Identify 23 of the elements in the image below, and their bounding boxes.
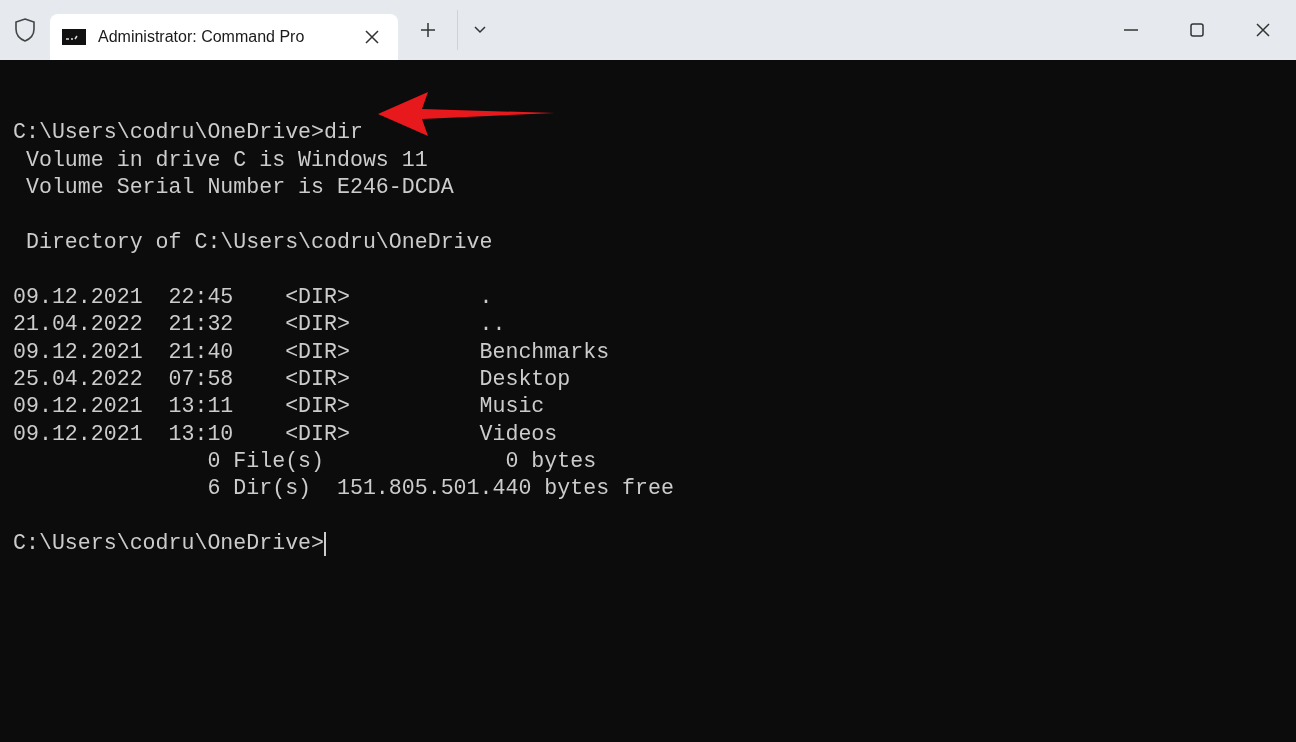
terminal-line: 09.12.2021 13:10 <DIR> Videos (13, 420, 558, 448)
terminal-line: 21.04.2022 21:32 <DIR> .. (13, 311, 506, 339)
terminal-line: 6 Dir(s) 151.805.501.440 bytes free (206, 475, 674, 503)
chevron-down-icon (474, 26, 486, 34)
terminal-line: Volume in drive C is Windows 11 (24, 146, 428, 174)
terminal-line: Volume Serial Number is E246-DCDA (24, 174, 454, 202)
plus-icon (420, 23, 435, 37)
shield-icon (14, 17, 36, 43)
maximize-icon (1190, 23, 1204, 37)
terminal-line: C:\Users\codru\OneDrive>dir (13, 119, 363, 147)
close-icon (365, 30, 379, 44)
terminal-line: 0 File(s) 0 bytes (206, 448, 597, 476)
terminal-line: Directory of C:\Users\codru\OneDrive (24, 228, 493, 256)
terminal-line: 09.12.2021 22:45 <DIR> . (13, 283, 493, 311)
terminal-line: C:\Users\codru\OneDrive> (13, 530, 324, 558)
close-icon (1256, 23, 1270, 37)
minimize-icon (1124, 29, 1138, 31)
terminal-tab[interactable]: Administrator: Command Pro (50, 14, 398, 60)
terminal-line: 09.12.2021 21:40 <DIR> Benchmarks (13, 338, 610, 366)
terminal-line: 25.04.2022 07:58 <DIR> Desktop (13, 365, 571, 393)
tab-title: Administrator: Command Pro (98, 27, 305, 47)
terminal-line: 09.12.2021 13:11 <DIR> Music (13, 393, 545, 421)
terminal-icon (62, 29, 86, 45)
